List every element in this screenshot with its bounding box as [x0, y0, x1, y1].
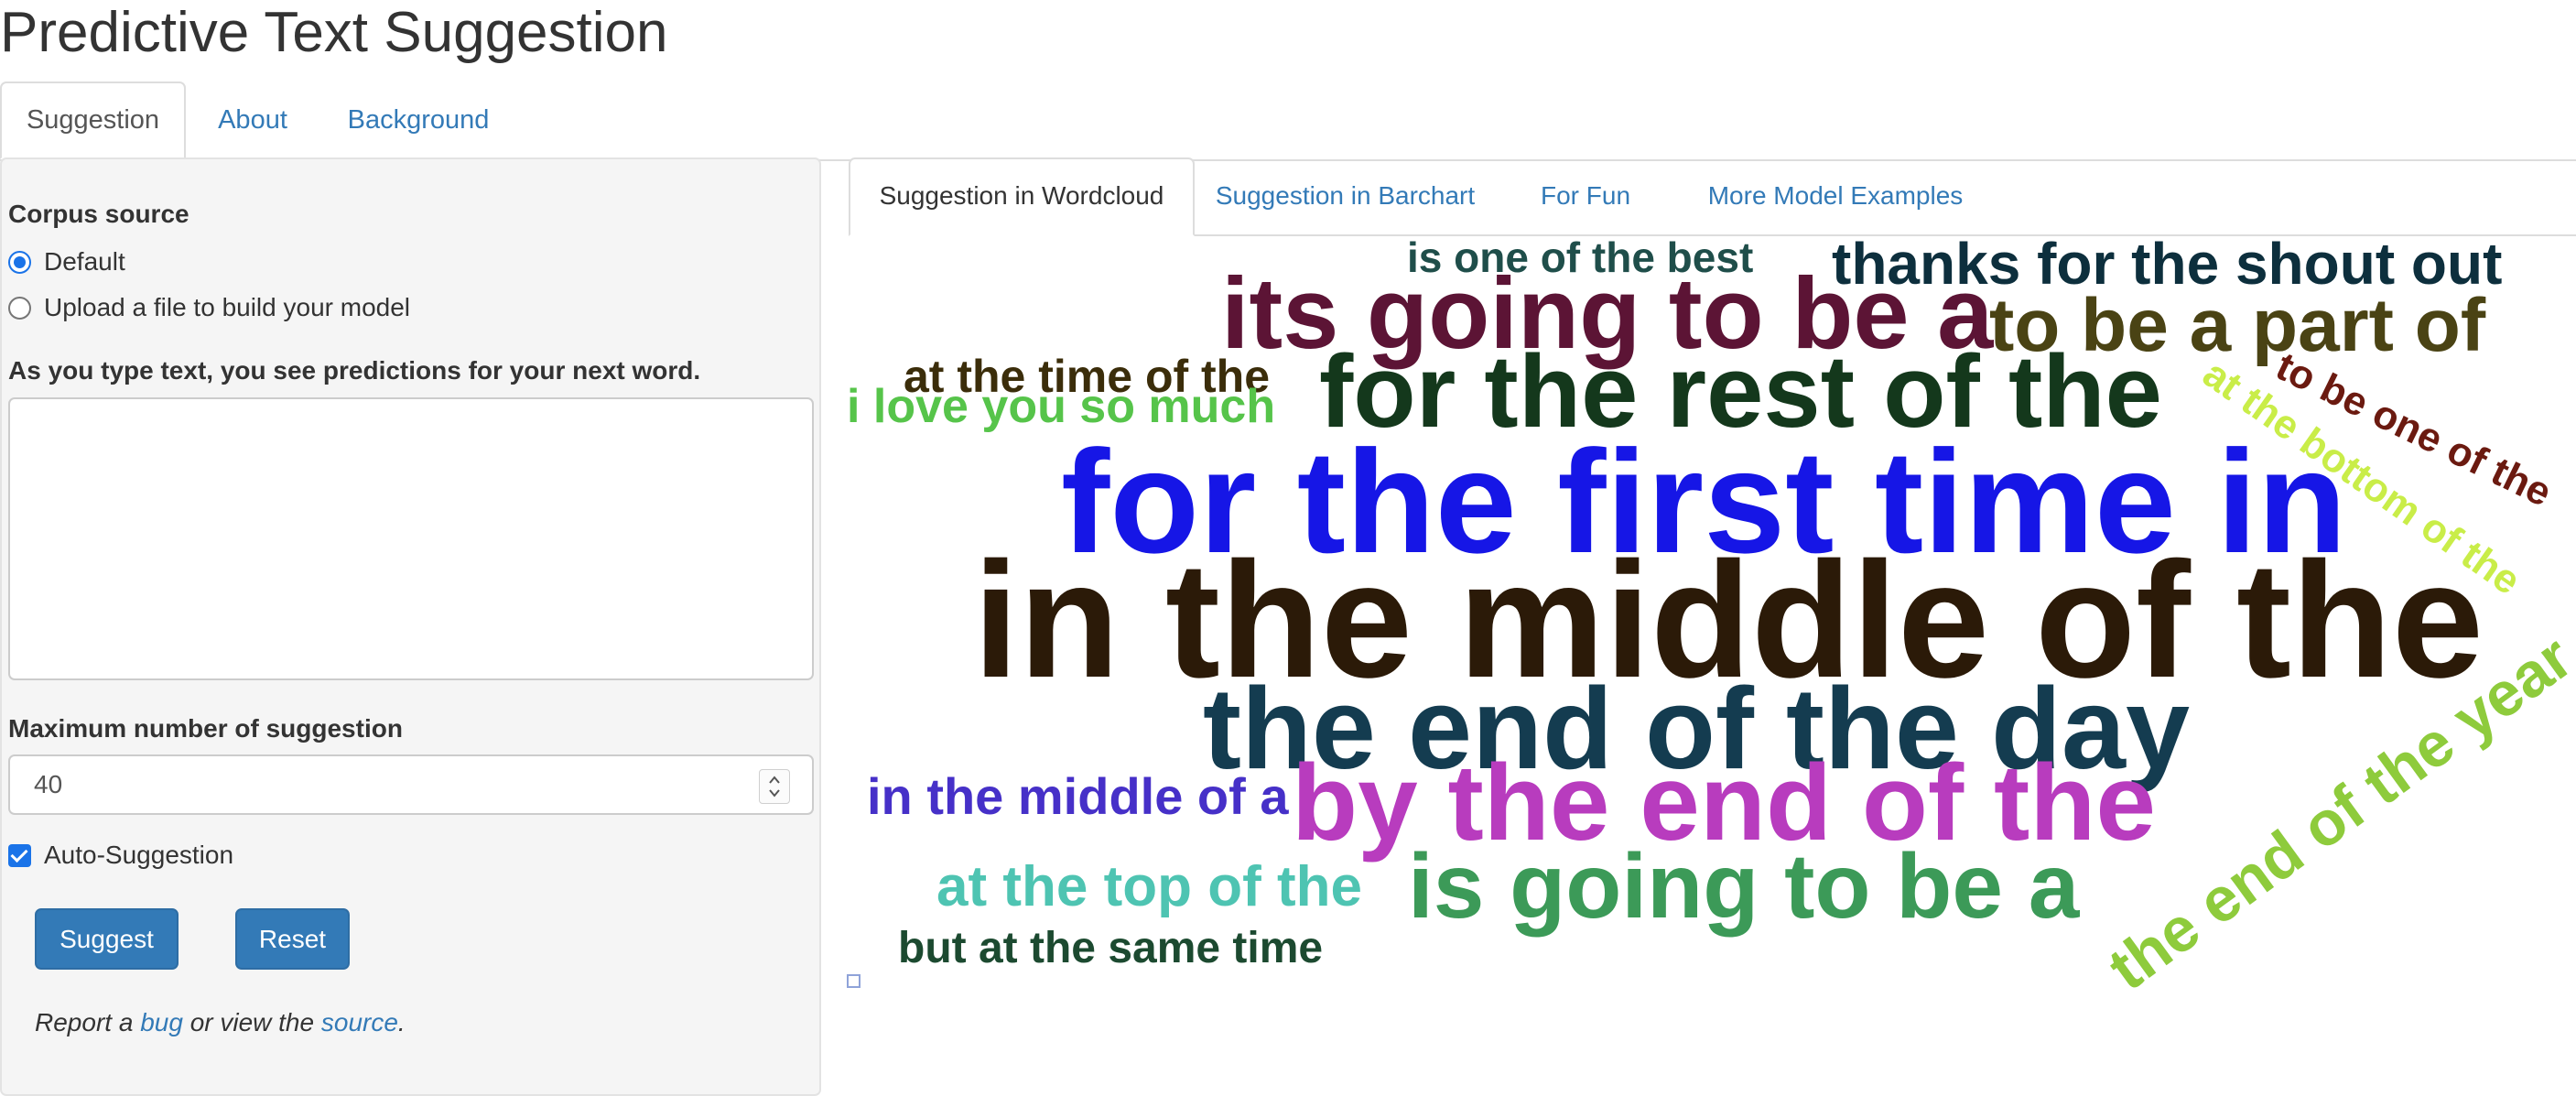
max-suggestion-value: 40 — [34, 770, 63, 798]
radio-upload-indicator[interactable] — [8, 296, 31, 320]
auto-suggestion-label: Auto-Suggestion — [44, 841, 234, 869]
text-input-area[interactable] — [8, 397, 814, 680]
tab-background[interactable]: Background — [335, 81, 502, 159]
wordcloud-phrase: but at the same time — [898, 924, 1324, 972]
report-suffix: . — [397, 1008, 406, 1036]
sidebar-panel: Corpus source Default Upload a file to b… — [0, 157, 821, 1096]
tab-barchart[interactable]: Suggestion in Barchart — [1215, 157, 1476, 234]
content-tab-bar: Suggestion in Wordcloud Suggestion in Ba… — [849, 157, 2576, 236]
corpus-source-label: Corpus source — [8, 200, 189, 228]
report-middle: or view the — [189, 1008, 315, 1036]
radio-upload-label: Upload a file to build your model — [44, 293, 411, 321]
reset-button[interactable]: Reset — [235, 908, 350, 970]
report-line: Report a bug or view the source. — [35, 1008, 406, 1037]
radio-default-indicator[interactable] — [8, 250, 31, 274]
page-title: Predictive Text Suggestion — [0, 1, 668, 64]
wordcloud-phrase: in the middle of a — [867, 767, 1289, 825]
radio-upload[interactable]: Upload a file to build your model — [8, 291, 410, 324]
auto-suggestion-toggle[interactable]: Auto-Suggestion — [8, 839, 233, 872]
text-input-label: As you type text, you see predictions fo… — [8, 356, 701, 385]
top-tab-bar: Suggestion About Background — [0, 81, 2576, 161]
tab-more-examples[interactable]: More Model Examples — [1695, 157, 1975, 234]
radio-default-label: Default — [44, 247, 125, 276]
source-link[interactable]: source — [321, 1008, 398, 1036]
plot-resize-handle[interactable] — [847, 974, 860, 988]
tab-about[interactable]: About — [203, 81, 302, 159]
bug-link[interactable]: bug — [140, 1008, 183, 1036]
report-prefix: Report a — [35, 1008, 134, 1036]
max-suggestion-label: Maximum number of suggestion — [8, 714, 403, 743]
wordcloud-phrase: is going to be a — [1408, 835, 2080, 938]
max-suggestion-input[interactable]: 40 — [8, 754, 814, 815]
tab-suggestion[interactable]: Suggestion — [0, 81, 186, 159]
tab-wordcloud[interactable]: Suggestion in Wordcloud — [849, 157, 1195, 236]
wordcloud: is one of the best thanks for the shout … — [847, 234, 2576, 1004]
suggest-button[interactable]: Suggest — [35, 908, 179, 970]
stepper-arrows-icon[interactable] — [760, 770, 789, 803]
wordcloud-phrase: at the top of the — [936, 855, 1362, 918]
radio-default[interactable]: Default — [8, 245, 125, 278]
tab-for-fun[interactable]: For Fun — [1535, 157, 1636, 234]
number-stepper[interactable] — [759, 769, 790, 804]
auto-suggestion-checkbox[interactable] — [8, 843, 31, 867]
